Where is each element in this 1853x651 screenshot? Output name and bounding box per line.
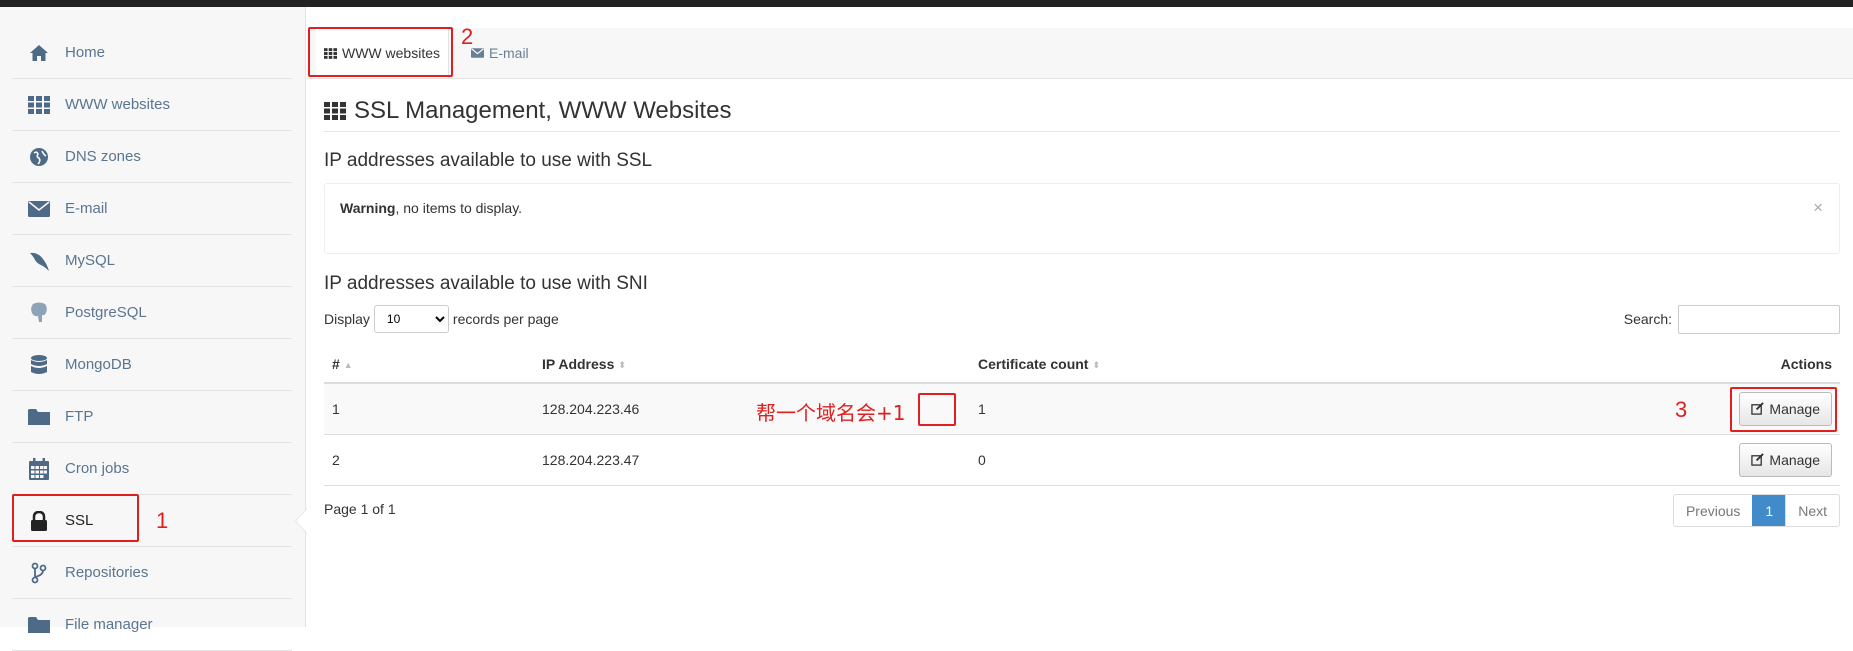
top-bar	[0, 0, 1853, 7]
records-per-page-label: records per page	[452, 311, 559, 327]
alert-message: Warning, no items to display.	[340, 200, 522, 216]
current-page-button[interactable]: 1	[1752, 495, 1786, 526]
search-control: Search:	[1623, 304, 1840, 334]
sidebar-item-mongodb[interactable]: MongoDB	[12, 339, 292, 391]
branch-icon	[26, 560, 52, 586]
close-icon[interactable]: ×	[1813, 198, 1823, 218]
sidebar-item-label: DNS zones	[65, 148, 141, 165]
table-row: 2 128.204.223.47 0 Manage	[324, 434, 1840, 486]
sidebar-item-mysql[interactable]: MySQL	[12, 235, 292, 287]
sidebar-item-www-websites[interactable]: WWW websites	[12, 79, 292, 131]
sidebar-item-postgresql[interactable]: PostgreSQL	[12, 287, 292, 339]
sidebar-item-ftp[interactable]: FTP	[12, 391, 292, 443]
sort-icon: ⬍	[618, 359, 626, 370]
folder-icon	[26, 612, 52, 638]
previous-page-button[interactable]: Previous	[1674, 495, 1752, 526]
sidebar-item-label: WWW websites	[65, 96, 170, 113]
annotation-number: 3	[1675, 397, 1688, 422]
database-icon	[26, 352, 52, 378]
ssl-heading: IP addresses available to use with SSL	[324, 150, 653, 171]
page-info: Page 1 of 1	[324, 501, 396, 517]
sidebar-item-dns-zones[interactable]: DNS zones	[12, 131, 292, 183]
title-divider	[324, 131, 1840, 132]
page-title: SSL Management, WWW Websites	[324, 97, 731, 125]
sidebar-item-home[interactable]: Home	[12, 27, 292, 79]
sort-icon: ⬍	[1092, 359, 1101, 370]
tab-e-mail[interactable]: E-mail	[471, 28, 529, 78]
page-length-control: Display 10 records per page	[324, 305, 559, 333]
folder-icon	[26, 404, 52, 430]
annotation-box-count	[918, 393, 956, 426]
column-header-actions: Actions	[1640, 346, 1840, 384]
cell-cert-count: 1	[970, 383, 1640, 435]
sidebar-item-cron-jobs[interactable]: Cron jobs	[12, 443, 292, 495]
sidebar-item-e-mail[interactable]: E-mail	[12, 183, 292, 235]
cell-ip: 128.204.223.47	[534, 434, 970, 486]
sni-table: # ▲ IP Address ⬍ Certificate count ⬍ Action…	[324, 346, 1840, 486]
search-label: Search:	[1623, 311, 1672, 327]
tab-label: E-mail	[489, 45, 529, 61]
tab-bar: WWW websites E-mail	[307, 28, 1853, 79]
pagination: Previous 1 Next	[1672, 494, 1840, 527]
sidebar-item-label: MySQL	[65, 252, 116, 269]
warning-alert: Warning, no items to display. ×	[324, 183, 1840, 254]
cell-actions: Manage	[1640, 434, 1840, 486]
elephant-icon	[26, 300, 52, 326]
sidebar-item-file-manager[interactable]: File manager	[12, 599, 292, 651]
sidebar-item-label: E-mail	[65, 200, 108, 217]
edit-icon	[1751, 453, 1765, 466]
alert-strong: Warning	[340, 200, 396, 216]
sidebar-item-repositories[interactable]: Repositories	[12, 547, 292, 599]
next-page-button[interactable]: Next	[1785, 495, 1839, 526]
sidebar-item-label: FTP	[65, 408, 94, 425]
envelope-icon	[26, 196, 52, 222]
table-row: 1 128.204.223.46 1 Manage	[324, 383, 1840, 435]
page-length-select[interactable]: 10	[373, 305, 449, 333]
column-header-cert-count[interactable]: Certificate count ⬍	[970, 346, 1640, 384]
cell-num: 2	[324, 434, 534, 486]
annotation-box-manage	[1730, 387, 1837, 432]
sidebar-item-label: PostgreSQL	[65, 304, 147, 321]
annotation-note: 帮一个域名会+1	[756, 401, 906, 425]
sidebar-item-label: MongoDB	[65, 356, 132, 373]
annotation-number: 1	[156, 508, 169, 533]
sidebar-item-label: File manager	[65, 616, 153, 633]
search-input[interactable]	[1678, 304, 1840, 334]
dolphin-icon	[26, 248, 52, 274]
sort-asc-icon: ▲	[343, 360, 353, 371]
active-caret	[296, 509, 307, 533]
annotation-box-tab	[308, 27, 453, 77]
display-label: Display	[324, 311, 370, 327]
annotation-box-ssl	[12, 494, 139, 542]
alert-text: , no items to display.	[395, 200, 523, 216]
globe-icon	[26, 144, 52, 170]
home-icon	[26, 40, 52, 66]
column-header-num[interactable]: # ▲	[324, 346, 534, 384]
cell-num: 1	[324, 383, 534, 435]
sni-heading: IP addresses available to use with SNI	[324, 273, 648, 294]
calendar-icon	[26, 456, 52, 482]
annotation-number: 2	[461, 24, 474, 49]
grid-icon	[26, 92, 52, 118]
table-header-row: # ▲ IP Address ⬍ Certificate count ⬍ Action…	[324, 346, 1840, 384]
sidebar-item-label: Cron jobs	[65, 460, 130, 477]
manage-button[interactable]: Manage	[1739, 442, 1832, 477]
page-title-text: SSL Management, WWW Websites	[354, 97, 732, 124]
cell-cert-count: 0	[970, 434, 1640, 486]
sidebar-item-label: Repositories	[65, 564, 149, 581]
grid-icon	[324, 102, 346, 120]
sidebar-item-label: Home	[65, 44, 106, 61]
column-header-ip[interactable]: IP Address ⬍	[534, 346, 970, 384]
